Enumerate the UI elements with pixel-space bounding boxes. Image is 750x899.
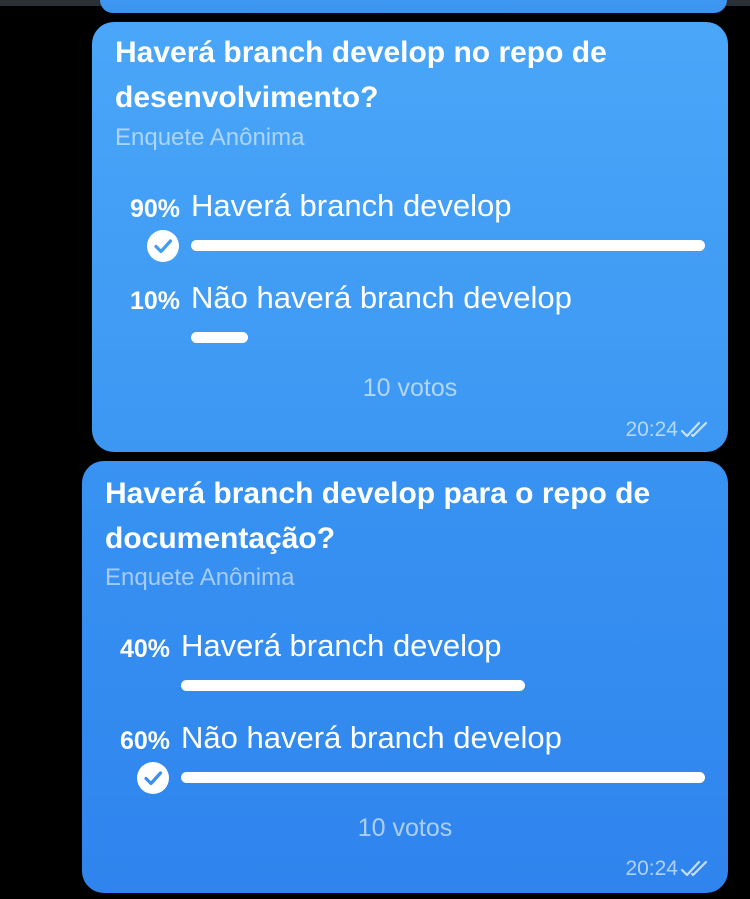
poll-message[interactable]: Haverá branch develop para o repo de doc… [82,461,728,893]
option-result-bar-fill [181,772,705,783]
option-percent: 90% [129,195,180,223]
option-percent: 40% [119,635,170,663]
poll-type-label: Enquete Anônima [105,564,295,591]
poll-option[interactable]: 40% Haverá branch develop [82,626,728,706]
chat-view: Haverá branch develop no repo de desenvo… [0,0,750,899]
option-result-bar [191,240,705,251]
poll-message[interactable]: Haverá branch develop no repo de desenvo… [92,22,728,452]
poll-question: Haverá branch develop no repo de desenvo… [115,36,607,114]
selected-check-icon [137,762,169,794]
option-result-bar-fill [191,332,248,343]
option-label: Haverá branch develop [181,628,502,663]
poll-type-label: Enquete Anônima [115,124,305,151]
message-time: 20:24 [625,857,678,880]
option-result-bar [181,680,695,691]
poll-question: Haverá branch develop para o repo de doc… [105,477,651,555]
option-label: Não haverá branch develop [181,720,562,755]
vote-count[interactable]: 10 votos [92,374,728,403]
double-check-icon [680,420,712,440]
double-check-icon [680,859,712,879]
poll-option[interactable]: 90% Haverá branch develop [92,186,728,266]
poll-option[interactable]: 60% Não haverá branch develop [82,718,728,798]
option-percent: 10% [129,287,180,315]
option-result-bar [181,772,705,783]
option-percent: 60% [119,727,170,755]
option-result-bar-fill [181,680,526,691]
selected-check-icon [147,230,179,262]
message-meta: 20:24 [625,418,712,442]
option-label: Haverá branch develop [191,188,512,223]
previous-message-bubble[interactable] [100,0,727,13]
option-result-bar [191,332,705,343]
poll-option[interactable]: 10% Não haverá branch develop [92,278,728,358]
option-result-bar-fill [191,240,705,251]
message-meta: 20:24 [625,857,712,881]
option-label: Não haverá branch develop [191,280,572,315]
message-time: 20:24 [625,418,678,441]
vote-count[interactable]: 10 votos [82,814,728,843]
